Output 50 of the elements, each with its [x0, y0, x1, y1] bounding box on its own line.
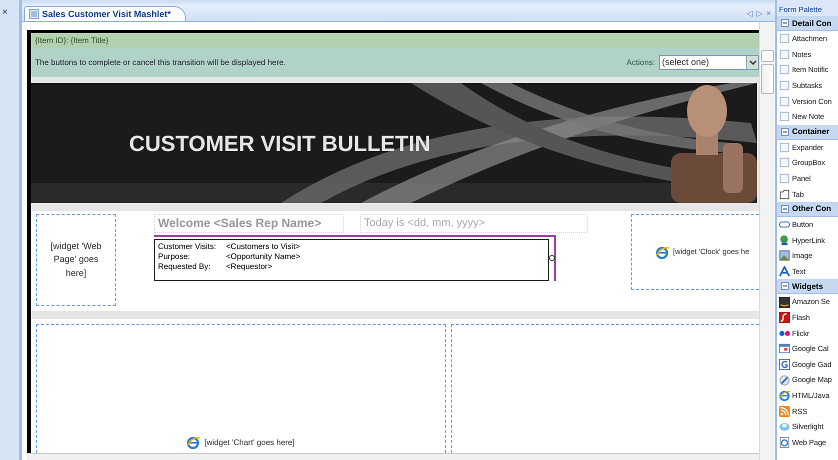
- checkbox-icon: [779, 111, 790, 122]
- palette-group-header[interactable]: Other Con: [777, 202, 838, 217]
- form-icon: [29, 9, 39, 19]
- field-value: <Opportunity Name>: [226, 252, 300, 262]
- field-label: Customer Visits:: [158, 242, 218, 252]
- palette-group-header[interactable]: Detail Con: [777, 16, 838, 31]
- checkbox-icon: [779, 64, 790, 76]
- horizontal-scrollbar[interactable]: [27, 453, 759, 460]
- widget-placeholder[interactable]: [widget 'Web Page' goes here]: [36, 214, 116, 306]
- cloud-icon: [779, 421, 790, 432]
- box-icon: [779, 296, 790, 308]
- actions-dropdown[interactable]: (select one): [659, 55, 759, 70]
- letter-icon: [779, 266, 790, 278]
- field-value: <Customers to Visit>: [226, 242, 300, 252]
- document-tab[interactable]: Sales Customer Visit Mashlet*: [24, 6, 186, 21]
- palette-group-header[interactable]: Widgets: [777, 279, 838, 294]
- resize-handle[interactable]: [549, 255, 555, 261]
- checkbox-icon: [779, 173, 790, 184]
- field-label: Purpose:: [158, 252, 192, 262]
- collapse-icon: [781, 19, 789, 27]
- transition-message: The buttons to complete or cancel this transition will be displayed here.: [35, 56, 286, 68]
- palette-group-header[interactable]: Container: [777, 124, 838, 140]
- web-page-icon: [779, 436, 790, 448]
- checkbox-icon: [779, 80, 790, 92]
- actions-label: Actions:: [626, 56, 655, 68]
- compass-icon: [779, 374, 790, 386]
- welcome-heading: Welcome <Sales Rep Name>: [154, 214, 344, 233]
- banner-title: CUSTOMER VISIT BULLETIN: [129, 131, 430, 157]
- checkbox-icon: [779, 33, 790, 44]
- collapse-icon: [781, 128, 789, 136]
- checkbox-icon: [779, 48, 790, 60]
- date-text: Today is <dd, mm, yyyy>: [360, 214, 588, 233]
- folder-tab-icon: [779, 188, 790, 200]
- item-title: {Item ID}: {Item Title}: [31, 33, 759, 48]
- flash-icon: [779, 312, 790, 324]
- field-value: <Requestor>: [226, 262, 272, 272]
- image-icon: [779, 250, 790, 262]
- checkbox-icon: [779, 96, 790, 107]
- checkbox-icon: [779, 157, 790, 168]
- checkbox-icon: [779, 142, 790, 153]
- field-label: Requested By:: [158, 262, 212, 272]
- vertical-scrollbar[interactable]: [759, 22, 775, 460]
- caret-icon: [748, 59, 756, 66]
- close-button[interactable]: ×: [0, 8, 14, 18]
- collapse-icon: [781, 204, 789, 213]
- gadget-icon: [779, 358, 790, 370]
- calendar-icon: [779, 343, 790, 354]
- rss-icon: [779, 406, 790, 417]
- collapse-icon: [781, 282, 789, 290]
- button-icon: [779, 219, 790, 230]
